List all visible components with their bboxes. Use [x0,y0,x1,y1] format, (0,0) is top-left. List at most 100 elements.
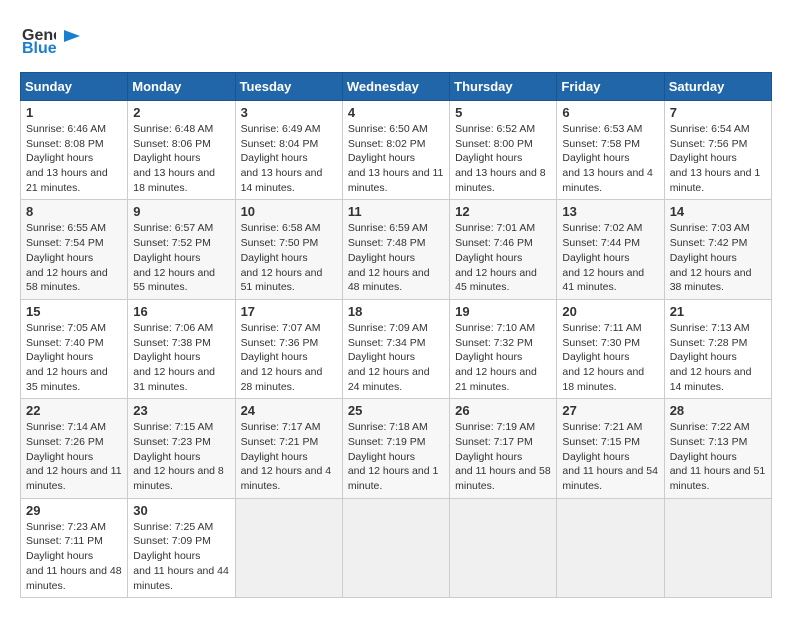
day-number: 22 [26,403,122,418]
calendar-day-cell: 28 Sunrise: 7:22 AM Sunset: 7:13 PM Dayl… [664,399,771,498]
calendar-day-cell [557,498,664,597]
day-number: 16 [133,304,229,319]
calendar-table: SundayMondayTuesdayWednesdayThursdayFrid… [20,72,772,598]
day-info: Sunrise: 6:53 AM Sunset: 7:58 PM Dayligh… [562,122,658,195]
day-number: 21 [670,304,766,319]
calendar-day-cell [235,498,342,597]
day-info: Sunrise: 7:18 AM Sunset: 7:19 PM Dayligh… [348,420,444,493]
day-number: 30 [133,503,229,518]
day-info: Sunrise: 7:07 AM Sunset: 7:36 PM Dayligh… [241,321,337,394]
calendar-week-row: 29 Sunrise: 7:23 AM Sunset: 7:11 PM Dayl… [21,498,772,597]
calendar-day-cell: 2 Sunrise: 6:48 AM Sunset: 8:06 PM Dayli… [128,101,235,200]
calendar-day-cell: 6 Sunrise: 6:53 AM Sunset: 7:58 PM Dayli… [557,101,664,200]
day-info: Sunrise: 6:46 AM Sunset: 8:08 PM Dayligh… [26,122,122,195]
logo: General Blue [20,20,84,56]
day-number: 29 [26,503,122,518]
day-header-friday: Friday [557,73,664,101]
calendar-day-cell: 8 Sunrise: 6:55 AM Sunset: 7:54 PM Dayli… [21,200,128,299]
day-number: 17 [241,304,337,319]
day-number: 4 [348,105,444,120]
calendar-day-cell: 20 Sunrise: 7:11 AM Sunset: 7:30 PM Dayl… [557,299,664,398]
calendar-week-row: 8 Sunrise: 6:55 AM Sunset: 7:54 PM Dayli… [21,200,772,299]
day-info: Sunrise: 7:01 AM Sunset: 7:46 PM Dayligh… [455,221,551,294]
calendar-day-cell: 17 Sunrise: 7:07 AM Sunset: 7:36 PM Dayl… [235,299,342,398]
calendar-day-cell: 4 Sunrise: 6:50 AM Sunset: 8:02 PM Dayli… [342,101,449,200]
calendar-day-cell [450,498,557,597]
day-number: 10 [241,204,337,219]
day-info: Sunrise: 7:11 AM Sunset: 7:30 PM Dayligh… [562,321,658,394]
calendar-day-cell: 15 Sunrise: 7:05 AM Sunset: 7:40 PM Dayl… [21,299,128,398]
day-info: Sunrise: 6:48 AM Sunset: 8:06 PM Dayligh… [133,122,229,195]
calendar-day-cell: 10 Sunrise: 6:58 AM Sunset: 7:50 PM Dayl… [235,200,342,299]
day-number: 24 [241,403,337,418]
day-info: Sunrise: 7:02 AM Sunset: 7:44 PM Dayligh… [562,221,658,294]
calendar-day-cell: 23 Sunrise: 7:15 AM Sunset: 7:23 PM Dayl… [128,399,235,498]
calendar-day-cell: 19 Sunrise: 7:10 AM Sunset: 7:32 PM Dayl… [450,299,557,398]
day-header-tuesday: Tuesday [235,73,342,101]
day-info: Sunrise: 6:50 AM Sunset: 8:02 PM Dayligh… [348,122,444,195]
day-number: 13 [562,204,658,219]
calendar-day-cell: 25 Sunrise: 7:18 AM Sunset: 7:19 PM Dayl… [342,399,449,498]
day-info: Sunrise: 7:21 AM Sunset: 7:15 PM Dayligh… [562,420,658,493]
calendar-day-cell: 14 Sunrise: 7:03 AM Sunset: 7:42 PM Dayl… [664,200,771,299]
day-number: 23 [133,403,229,418]
calendar-week-row: 15 Sunrise: 7:05 AM Sunset: 7:40 PM Dayl… [21,299,772,398]
day-info: Sunrise: 7:22 AM Sunset: 7:13 PM Dayligh… [670,420,766,493]
day-info: Sunrise: 6:57 AM Sunset: 7:52 PM Dayligh… [133,221,229,294]
calendar-header-row: SundayMondayTuesdayWednesdayThursdayFrid… [21,73,772,101]
page-header: General Blue [20,20,772,56]
calendar-day-cell: 9 Sunrise: 6:57 AM Sunset: 7:52 PM Dayli… [128,200,235,299]
calendar-day-cell [664,498,771,597]
calendar-day-cell: 12 Sunrise: 7:01 AM Sunset: 7:46 PM Dayl… [450,200,557,299]
calendar-day-cell: 11 Sunrise: 6:59 AM Sunset: 7:48 PM Dayl… [342,200,449,299]
day-info: Sunrise: 7:06 AM Sunset: 7:38 PM Dayligh… [133,321,229,394]
day-number: 11 [348,204,444,219]
day-info: Sunrise: 6:54 AM Sunset: 7:56 PM Dayligh… [670,122,766,195]
day-info: Sunrise: 7:15 AM Sunset: 7:23 PM Dayligh… [133,420,229,493]
logo-flag-icon [60,26,84,50]
day-number: 1 [26,105,122,120]
day-info: Sunrise: 6:59 AM Sunset: 7:48 PM Dayligh… [348,221,444,294]
day-info: Sunrise: 6:49 AM Sunset: 8:04 PM Dayligh… [241,122,337,195]
calendar-week-row: 22 Sunrise: 7:14 AM Sunset: 7:26 PM Dayl… [21,399,772,498]
logo-icon: General Blue [20,20,56,56]
day-number: 26 [455,403,551,418]
day-number: 5 [455,105,551,120]
day-number: 20 [562,304,658,319]
calendar-day-cell: 1 Sunrise: 6:46 AM Sunset: 8:08 PM Dayli… [21,101,128,200]
day-number: 6 [562,105,658,120]
day-number: 8 [26,204,122,219]
day-info: Sunrise: 6:55 AM Sunset: 7:54 PM Dayligh… [26,221,122,294]
day-number: 7 [670,105,766,120]
day-info: Sunrise: 6:52 AM Sunset: 8:00 PM Dayligh… [455,122,551,195]
day-number: 3 [241,105,337,120]
svg-text:Blue: Blue [22,40,56,56]
day-number: 9 [133,204,229,219]
calendar-day-cell [342,498,449,597]
day-info: Sunrise: 7:10 AM Sunset: 7:32 PM Dayligh… [455,321,551,394]
day-info: Sunrise: 7:13 AM Sunset: 7:28 PM Dayligh… [670,321,766,394]
day-info: Sunrise: 7:05 AM Sunset: 7:40 PM Dayligh… [26,321,122,394]
calendar-day-cell: 13 Sunrise: 7:02 AM Sunset: 7:44 PM Dayl… [557,200,664,299]
calendar-day-cell: 26 Sunrise: 7:19 AM Sunset: 7:17 PM Dayl… [450,399,557,498]
day-number: 25 [348,403,444,418]
calendar-body: 1 Sunrise: 6:46 AM Sunset: 8:08 PM Dayli… [21,101,772,598]
day-info: Sunrise: 7:17 AM Sunset: 7:21 PM Dayligh… [241,420,337,493]
calendar-day-cell: 22 Sunrise: 7:14 AM Sunset: 7:26 PM Dayl… [21,399,128,498]
day-info: Sunrise: 7:03 AM Sunset: 7:42 PM Dayligh… [670,221,766,294]
calendar-day-cell: 24 Sunrise: 7:17 AM Sunset: 7:21 PM Dayl… [235,399,342,498]
calendar-day-cell: 30 Sunrise: 7:25 AM Sunset: 7:09 PM Dayl… [128,498,235,597]
day-info: Sunrise: 7:23 AM Sunset: 7:11 PM Dayligh… [26,520,122,593]
day-info: Sunrise: 7:19 AM Sunset: 7:17 PM Dayligh… [455,420,551,493]
day-header-saturday: Saturday [664,73,771,101]
day-number: 12 [455,204,551,219]
day-info: Sunrise: 7:14 AM Sunset: 7:26 PM Dayligh… [26,420,122,493]
day-info: Sunrise: 6:58 AM Sunset: 7:50 PM Dayligh… [241,221,337,294]
calendar-week-row: 1 Sunrise: 6:46 AM Sunset: 8:08 PM Dayli… [21,101,772,200]
day-info: Sunrise: 7:25 AM Sunset: 7:09 PM Dayligh… [133,520,229,593]
day-number: 14 [670,204,766,219]
day-header-wednesday: Wednesday [342,73,449,101]
day-number: 15 [26,304,122,319]
calendar-day-cell: 21 Sunrise: 7:13 AM Sunset: 7:28 PM Dayl… [664,299,771,398]
day-header-thursday: Thursday [450,73,557,101]
